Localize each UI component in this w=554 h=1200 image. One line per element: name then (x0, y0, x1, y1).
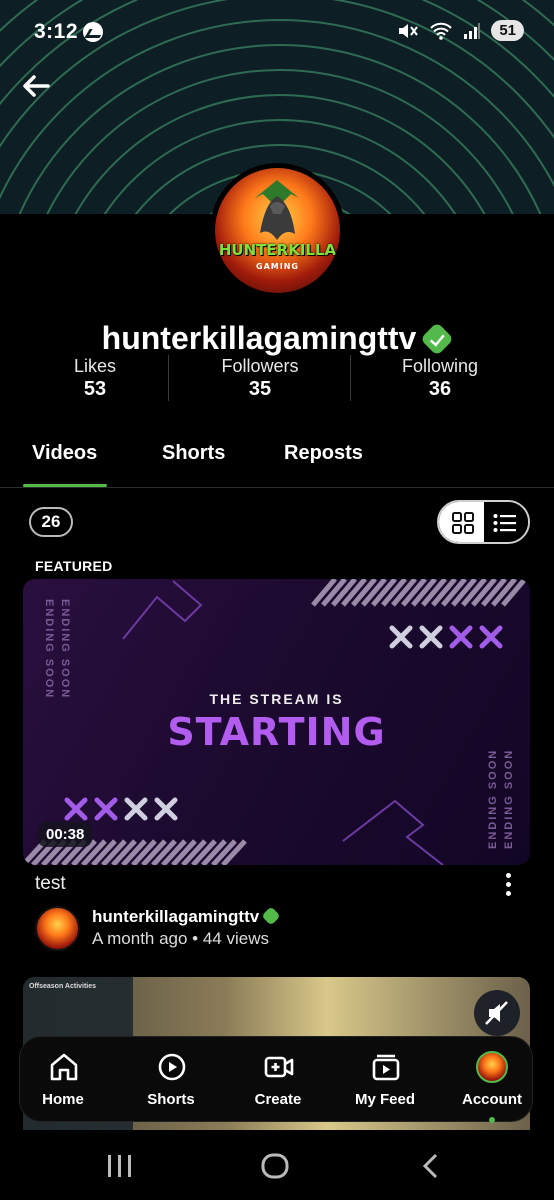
stat-label: Followers (221, 356, 299, 376)
nav-my-feed[interactable]: My Feed (335, 1037, 435, 1123)
username-text: hunterkillagamingttv (101, 320, 417, 357)
account-avatar (476, 1051, 508, 1083)
video-count-badge: 26 (29, 507, 73, 537)
active-nav-indicator (489, 1117, 495, 1123)
stat-value: 53 (83, 378, 107, 400)
nav-label: Account (462, 1091, 522, 1108)
stats-divider (168, 355, 169, 401)
thumbnail-side-text: ENDING SOON (487, 748, 499, 849)
stat-value: 36 (428, 378, 452, 400)
featured-video-thumbnail[interactable]: ENDING SOON ENDING SOON ENDING SOON ENDI… (23, 579, 530, 865)
back-arrow-icon[interactable] (18, 68, 54, 104)
system-navigation-bar (0, 1130, 554, 1200)
tab-shorts[interactable]: Shorts (162, 442, 225, 465)
grid-view-button[interactable] (439, 502, 484, 542)
view-mode-toggle (437, 500, 530, 544)
channel-name-text: hunterkillagamingttv (92, 907, 260, 926)
featured-label: FEATURED (35, 558, 113, 574)
stat-followers[interactable]: Followers 35 (205, 356, 315, 401)
feed-icon (372, 1054, 400, 1081)
volume-off-icon (485, 1001, 508, 1025)
channel-name[interactable]: hunterkillagamingttv (92, 905, 281, 927)
stat-following[interactable]: Following 36 (385, 356, 495, 401)
thumbnail-side-text: ENDING SOON (43, 599, 55, 700)
home-icon (50, 1053, 78, 1081)
nav-shorts[interactable]: Shorts (121, 1037, 221, 1123)
avatar-image: HUNTERKILLA GAMING (215, 168, 340, 293)
profile-username: hunterkillagamingttv (0, 318, 554, 357)
video-meta: A month ago • 44 views (92, 929, 269, 948)
signal-icon (464, 22, 481, 39)
tab-reposts[interactable]: Reposts (284, 442, 363, 465)
system-nav-buttons (108, 1153, 438, 1179)
nav-label: My Feed (354, 1091, 415, 1108)
stats-divider (350, 355, 351, 401)
mute-icon (399, 23, 419, 38)
channel-avatar[interactable] (35, 906, 80, 951)
system-back-icon[interactable] (422, 1153, 438, 1179)
more-options-icon[interactable] (500, 873, 516, 897)
create-video-icon (264, 1056, 294, 1078)
thumbnail-side-text: ENDING SOON (59, 599, 71, 700)
verified-badge-icon (420, 321, 455, 356)
active-tab-indicator (23, 484, 107, 487)
nav-create[interactable]: Create (228, 1037, 328, 1123)
nav-label: Home (42, 1091, 84, 1108)
tab-videos[interactable]: Videos (32, 442, 97, 465)
status-time: 3:12 (34, 20, 79, 43)
video-duration-badge: 00:38 (38, 822, 93, 847)
dragon-logo (255, 180, 299, 240)
verified-badge-icon (261, 905, 281, 926)
panel-title: Offseason Activities (29, 983, 97, 990)
shorts-icon (158, 1053, 186, 1081)
thumbnail-title: STARTING (167, 710, 386, 754)
status-icons: 51 (397, 20, 524, 41)
nav-home[interactable]: Home (13, 1037, 113, 1123)
status-bar: 3:12 51 (0, 0, 554, 64)
recent-apps-icon[interactable] (108, 1155, 131, 1177)
bottom-navigation: Home Shorts Create My Feed Account (19, 1036, 533, 1123)
profile-stats: Likes 53 Followers 35 Following 36 (0, 356, 554, 402)
video-title[interactable]: test (35, 873, 66, 895)
grid-icon (452, 512, 474, 534)
content-tabs: Videos Shorts Reposts (0, 440, 554, 488)
list-icon (493, 514, 516, 532)
mute-toggle-button[interactable] (474, 990, 520, 1036)
messenger-icon (83, 22, 103, 42)
stat-value: 35 (248, 378, 272, 400)
stat-likes[interactable]: Likes 53 (55, 356, 135, 401)
thumbnail-side-text: ENDING SOON (503, 748, 515, 849)
profile-avatar[interactable]: HUNTERKILLA GAMING (210, 163, 345, 298)
nav-label: Shorts (147, 1091, 195, 1108)
nav-label: Create (254, 1091, 302, 1108)
thumbnail-heading: THE STREAM IS (209, 691, 344, 707)
avatar-logo-subtext: GAMING (256, 262, 299, 271)
avatar-logo-text: HUNTERKILLA (218, 241, 337, 259)
stat-label: Likes (73, 356, 117, 376)
stat-label: Following (401, 356, 479, 376)
wifi-icon (430, 22, 453, 40)
list-view-button[interactable] (483, 502, 528, 542)
home-button-icon[interactable] (261, 1153, 289, 1179)
nav-account[interactable]: Account (442, 1037, 542, 1123)
battery-indicator: 51 (491, 20, 524, 41)
